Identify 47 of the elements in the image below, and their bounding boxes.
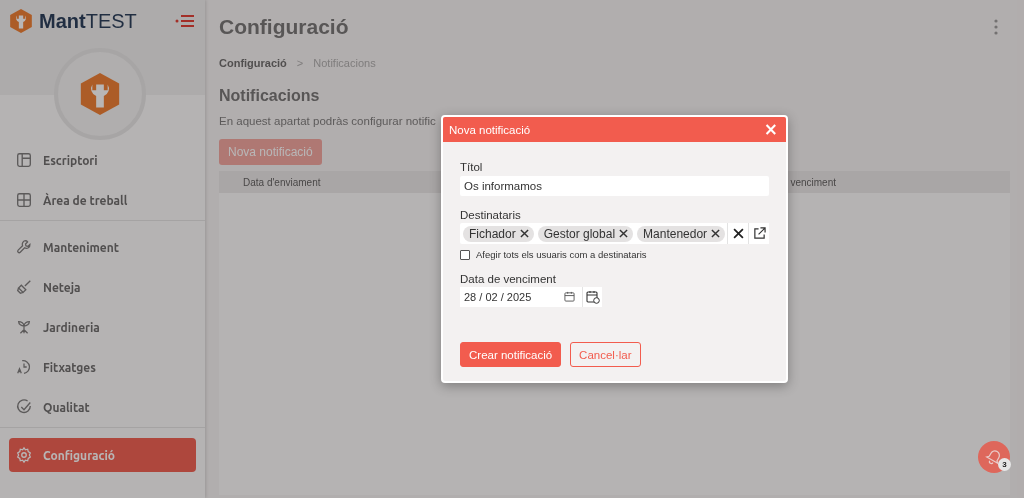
checkbox[interactable]: [460, 249, 470, 260]
sidebar-item[interactable]: Fitxatges: [9, 347, 196, 387]
column-header: venciment: [790, 176, 836, 188]
sidebar-item[interactable]: Escriptori: [9, 140, 196, 180]
sidebar-item[interactable]: Neteja: [9, 267, 196, 307]
breadcrumb-item[interactable]: Configuració: [219, 57, 287, 69]
sidebar-item[interactable]: Àrea de treball: [9, 180, 196, 220]
sidebar-item[interactable]: Qualitat: [9, 387, 196, 427]
create-button[interactable]: Crear notificació: [460, 342, 562, 367]
recipient-chip[interactable]: Mantenedor: [637, 225, 726, 242]
collapse-menu-icon[interactable]: [175, 14, 195, 28]
field-label: Títol: [460, 161, 484, 173]
cancel-button[interactable]: Cancel·lar: [570, 342, 641, 367]
section-heading: Notificacions: [219, 87, 321, 105]
column-header: Data d'enviament: [243, 176, 321, 188]
date-field[interactable]: 28 / 02 / 2025: [460, 287, 582, 307]
app-name: MantTEST: [39, 9, 138, 33]
field-label: Destinataris: [460, 209, 522, 221]
logo-icon: [8, 8, 34, 34]
wrench-icon: [15, 238, 33, 256]
field-label: Data de venciment: [460, 273, 557, 285]
recipient-chip[interactable]: Fichador: [463, 225, 534, 242]
sidebar-item[interactable]: Configuració: [9, 438, 196, 472]
dialog-title: Nova notificació: [449, 123, 531, 136]
bell-icon: [985, 448, 1003, 466]
clock-user-icon: [15, 358, 33, 376]
title-field[interactable]: Os informamos: [460, 176, 769, 196]
external-link-icon[interactable]: [748, 223, 769, 244]
recipient-chip[interactable]: Gestor global: [537, 225, 634, 242]
remove-icon[interactable]: [619, 229, 629, 238]
brush-icon: [15, 278, 33, 296]
calendar-clock-icon[interactable]: [582, 287, 602, 307]
settings-icon: [15, 446, 33, 464]
calendar-icon[interactable]: [564, 291, 575, 302]
close-button[interactable]: ×: [761, 121, 780, 138]
sprout-icon: [15, 318, 33, 336]
recipients-field[interactable]: Fichador Gestor global Mantenedor: [460, 223, 769, 244]
checkbox-label: Afegir tots els usuaris com a destinataris: [476, 249, 647, 260]
section-description: En aquest apartat podràs configurar notific: [219, 115, 437, 127]
breadcrumb-separator: >: [296, 57, 304, 69]
remove-icon[interactable]: [711, 229, 721, 238]
grid-icon: [15, 191, 33, 209]
sidebar-item[interactable]: Manteniment: [9, 227, 196, 267]
remove-icon[interactable]: [519, 229, 529, 238]
page-title: Configuració: [219, 15, 349, 39]
sidebar-item[interactable]: Jardineria: [9, 307, 196, 347]
layout-icon: [15, 151, 33, 169]
